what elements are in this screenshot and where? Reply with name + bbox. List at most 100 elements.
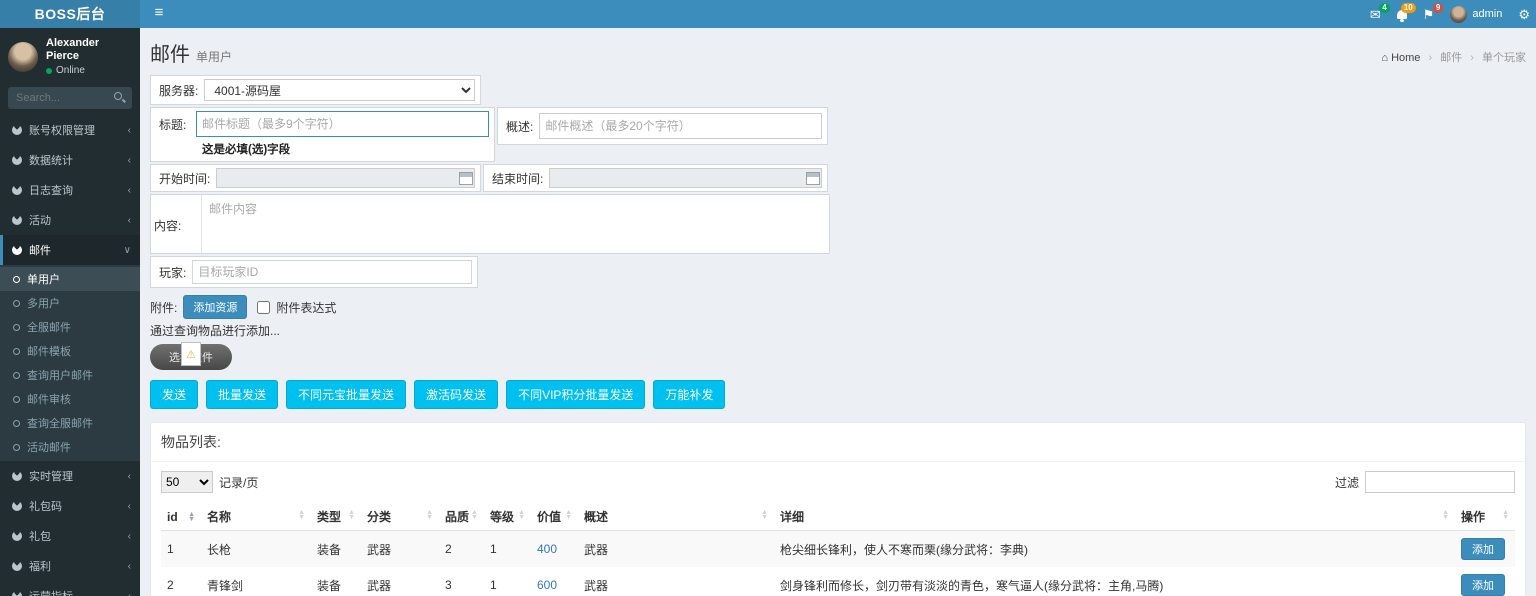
- circle-icon: [13, 348, 20, 355]
- sidebar-submenu-item[interactable]: 查询全服邮件: [0, 411, 140, 435]
- filter-label: 过滤: [1335, 474, 1359, 491]
- column-header[interactable]: ▲▼价值: [531, 503, 578, 531]
- app-logo[interactable]: BOSS后台: [0, 0, 140, 28]
- add-resource-button[interactable]: 添加资源: [183, 295, 247, 319]
- mail-title-input[interactable]: [196, 111, 489, 137]
- page-size-label: 记录/页: [219, 474, 258, 491]
- circle-icon: [13, 420, 20, 427]
- calendar-icon[interactable]: [806, 172, 820, 185]
- submenu-item-label: 查询用户邮件: [27, 367, 93, 383]
- messages-badge: 4: [1379, 3, 1389, 13]
- column-header[interactable]: ▲▼ 名称: [201, 503, 311, 531]
- sort-icon[interactable]: ▲▼: [471, 510, 478, 520]
- sidebar-item-label: 活动: [29, 212, 51, 228]
- summary-label: 概述:: [503, 118, 539, 135]
- table-cell: 武器: [361, 567, 439, 596]
- sidebar-submenu-item[interactable]: 邮件模板: [0, 339, 140, 363]
- breadcrumb: ⌂ Home › 邮件 › 单个玩家: [1381, 49, 1526, 65]
- pie-chart-icon: [12, 215, 22, 225]
- send-action-button[interactable]: 万能补发: [653, 380, 725, 409]
- column-header[interactable]: ▲▼品质: [439, 503, 484, 531]
- choose-file-button[interactable]: 选择文件 ⚠: [150, 344, 232, 370]
- calendar-icon[interactable]: [459, 172, 473, 185]
- sidebar-item-label: 福利: [29, 558, 51, 574]
- sidebar-menu-item[interactable]: 实时管理‹: [0, 461, 140, 491]
- add-item-button[interactable]: 添加: [1461, 538, 1505, 560]
- column-header[interactable]: ▲▼操作: [1455, 503, 1515, 531]
- sort-icon[interactable]: ▲▼: [426, 510, 433, 520]
- player-id-input[interactable]: [192, 260, 472, 284]
- circle-icon: [13, 444, 20, 451]
- sidebar-submenu-item[interactable]: 活动邮件: [0, 435, 140, 459]
- end-time-label: 结束时间:: [489, 170, 549, 187]
- table-cell: 武器: [578, 567, 774, 596]
- send-action-button[interactable]: 发送: [150, 380, 198, 409]
- column-header[interactable]: ▲▼分类: [361, 503, 439, 531]
- sidebar-menu-item[interactable]: 礼包‹: [0, 521, 140, 551]
- send-action-button[interactable]: 不同VIP积分批量发送: [506, 380, 645, 409]
- sidebar-item-label: 数据统计: [29, 152, 73, 168]
- page-subtitle: 单用户: [196, 50, 232, 64]
- server-select[interactable]: 4001-源码屋: [204, 79, 475, 101]
- send-action-button[interactable]: 激活码发送: [414, 380, 498, 409]
- add-item-button[interactable]: 添加: [1461, 574, 1505, 596]
- filter-input[interactable]: [1365, 471, 1515, 493]
- column-header-label: 名称: [207, 510, 231, 524]
- query-items-hint: 通过查询物品进行添加...: [150, 322, 1526, 339]
- sidebar-menu-item[interactable]: 福利‹: [0, 551, 140, 581]
- send-action-button[interactable]: 不同元宝批量发送: [286, 380, 406, 409]
- sort-icon[interactable]: ▲▼: [761, 510, 768, 520]
- end-time-input[interactable]: [549, 168, 822, 188]
- items-panel-title: 物品列表:: [151, 423, 1525, 462]
- attachment-expression-checkbox[interactable]: [257, 301, 270, 314]
- messages-icon[interactable]: ✉ 4: [1370, 8, 1381, 21]
- sidebar-toggle-icon[interactable]: ≡: [140, 0, 178, 28]
- sidebar-submenu-item[interactable]: 邮件审核: [0, 387, 140, 411]
- mail-summary-input[interactable]: [539, 113, 822, 139]
- sort-icon[interactable]: ▲▼: [565, 510, 572, 520]
- sidebar-menu-item[interactable]: 运营指标‹: [0, 581, 140, 596]
- chevron-left-icon: ‹: [128, 591, 131, 596]
- column-header[interactable]: ▲▼等级: [484, 503, 531, 531]
- breadcrumb-mail[interactable]: 邮件: [1440, 52, 1462, 64]
- column-header[interactable]: ▲▼id: [161, 503, 201, 531]
- page-size-select[interactable]: 50: [161, 471, 213, 493]
- attachment-expression-option: 附件表达式: [253, 298, 336, 317]
- search-button[interactable]: [109, 88, 131, 108]
- sort-icon[interactable]: ▲▼: [1502, 510, 1509, 520]
- sort-icon[interactable]: ▲▼: [1442, 510, 1449, 520]
- sidebar-submenu-item[interactable]: 单用户: [0, 267, 140, 291]
- player-label: 玩家:: [156, 264, 192, 281]
- main-content: 邮件单用户 ⌂ Home › 邮件 › 单个玩家 服务器: 4001-源码屋 标…: [140, 28, 1536, 596]
- sidebar-menu-item[interactable]: 日志查询‹: [0, 175, 140, 205]
- sidebar-submenu-item[interactable]: 全服邮件: [0, 315, 140, 339]
- column-header[interactable]: ▲▼概述: [578, 503, 774, 531]
- table-cell: 装备: [311, 531, 361, 568]
- table-cell: 2: [161, 567, 201, 596]
- column-header[interactable]: ▲▼类型: [311, 503, 361, 531]
- content-label: 内容:: [151, 195, 201, 253]
- sidebar-submenu-item[interactable]: 查询用户邮件: [0, 363, 140, 387]
- sidebar-menu-item[interactable]: 礼包码‹: [0, 491, 140, 521]
- search-input[interactable]: [9, 88, 109, 108]
- user-menu[interactable]: admin: [1450, 6, 1502, 23]
- sort-icon[interactable]: ▲▼: [348, 510, 355, 520]
- sidebar-menu-item[interactable]: 邮件∨: [0, 235, 140, 265]
- submenu-item-label: 单用户: [27, 271, 60, 287]
- column-header[interactable]: ▲▼详细: [774, 503, 1455, 531]
- start-time-input[interactable]: [216, 168, 475, 188]
- send-action-button[interactable]: 批量发送: [206, 380, 278, 409]
- breadcrumb-home[interactable]: Home: [1391, 52, 1420, 64]
- sidebar-menu-item[interactable]: 活动‹: [0, 205, 140, 235]
- pie-chart-icon: [12, 501, 22, 511]
- notifications-bell-icon[interactable]: 10: [1397, 8, 1407, 21]
- mail-content-textarea[interactable]: [201, 195, 829, 253]
- sidebar-menu-item[interactable]: 账号权限管理‹: [0, 115, 140, 145]
- sort-icon[interactable]: ▲▼: [298, 510, 305, 520]
- sort-icon[interactable]: ▲▼: [188, 512, 195, 522]
- sidebar-menu-item[interactable]: 数据统计‹: [0, 145, 140, 175]
- settings-gear-icon[interactable]: ⚙: [1518, 8, 1530, 21]
- sidebar-submenu-item[interactable]: 多用户: [0, 291, 140, 315]
- sort-icon[interactable]: ▲▼: [518, 510, 525, 520]
- tasks-flag-icon[interactable]: ⚑ 9: [1423, 8, 1435, 21]
